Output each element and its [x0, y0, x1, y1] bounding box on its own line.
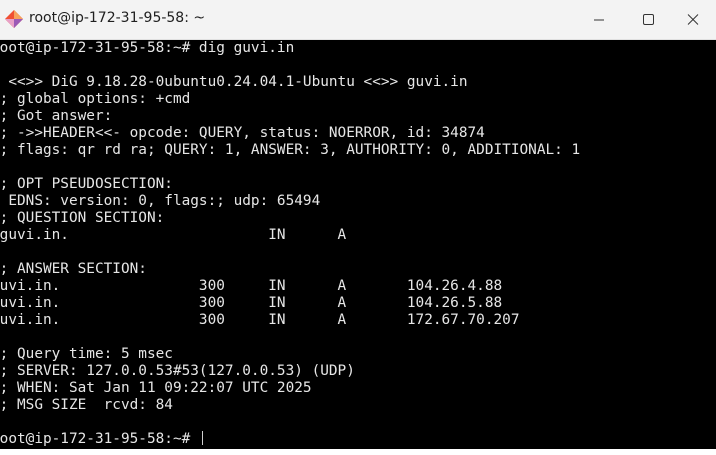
terminal-line: ;; QUESTION SECTION:: [0, 210, 165, 226]
terminal-line: ;; global options: +cmd: [0, 91, 191, 107]
terminal-line: ;; ANSWER SECTION:: [0, 261, 147, 277]
maximize-button[interactable]: [625, 0, 671, 39]
terminal-line: ;; flags: qr rd ra; QUERY: 1, ANSWER: 3,…: [0, 142, 581, 158]
terminal-line: ;; ->>HEADER<<- opcode: QUERY, status: N…: [0, 125, 485, 141]
terminal-line: ;guvi.in. IN A: [0, 227, 347, 243]
terminal-line: ; EDNS: version: 0, flags:; udp: 65494: [0, 193, 321, 209]
close-button[interactable]: [670, 0, 716, 39]
window-title: root@ip-172-31-95-58: ~: [29, 10, 206, 26]
terminal-line: ;; Got answer:: [0, 108, 113, 124]
terminal-output[interactable]: root@ip-172-31-95-58:~# dig guvi.in ; <<…: [0, 40, 716, 449]
terminal-line: guvi.in. 300 IN A 104.26.5.88: [0, 295, 503, 311]
minimize-icon: [594, 19, 604, 21]
close-icon: [687, 14, 699, 25]
terminal-window: root@ip-172-31-95-58: ~ root@ip-172-31-9…: [0, 0, 716, 455]
terminal-line: ;; MSG SIZE rcvd: 84: [0, 397, 173, 413]
terminal-prompt-line[interactable]: root@ip-172-31-95-58:~#: [0, 431, 580, 448]
text-cursor: [201, 431, 203, 445]
terminal-line: root@ip-172-31-95-58:~# dig guvi.in: [0, 40, 295, 56]
window-bottom-edge: [0, 449, 716, 455]
terminal-line: ; <<>> DiG 9.18.28-0ubuntu0.24.04.1-Ubun…: [0, 74, 468, 90]
terminal-text: root@ip-172-31-95-58:~# dig guvi.in ; <<…: [0, 40, 580, 448]
minimize-button[interactable]: [576, 0, 622, 39]
maximize-icon: [643, 14, 654, 25]
terminal-line: guvi.in. 300 IN A 172.67.70.207: [0, 312, 520, 328]
terminal-line: ;; OPT PSEUDOSECTION:: [0, 176, 173, 192]
terminal-line: ;; Query time: 5 msec: [0, 346, 173, 362]
title-bar[interactable]: root@ip-172-31-95-58: ~: [0, 0, 716, 40]
git-bash-diamond-icon: [5, 10, 23, 28]
terminal-line: ;; WHEN: Sat Jan 11 09:22:07 UTC 2025: [0, 380, 312, 396]
terminal-line: guvi.in. 300 IN A 104.26.4.88: [0, 278, 503, 294]
terminal-line: ;; SERVER: 127.0.0.53#53(127.0.0.53) (UD…: [0, 363, 355, 379]
terminal-prompt: root@ip-172-31-95-58:~#: [0, 431, 199, 447]
